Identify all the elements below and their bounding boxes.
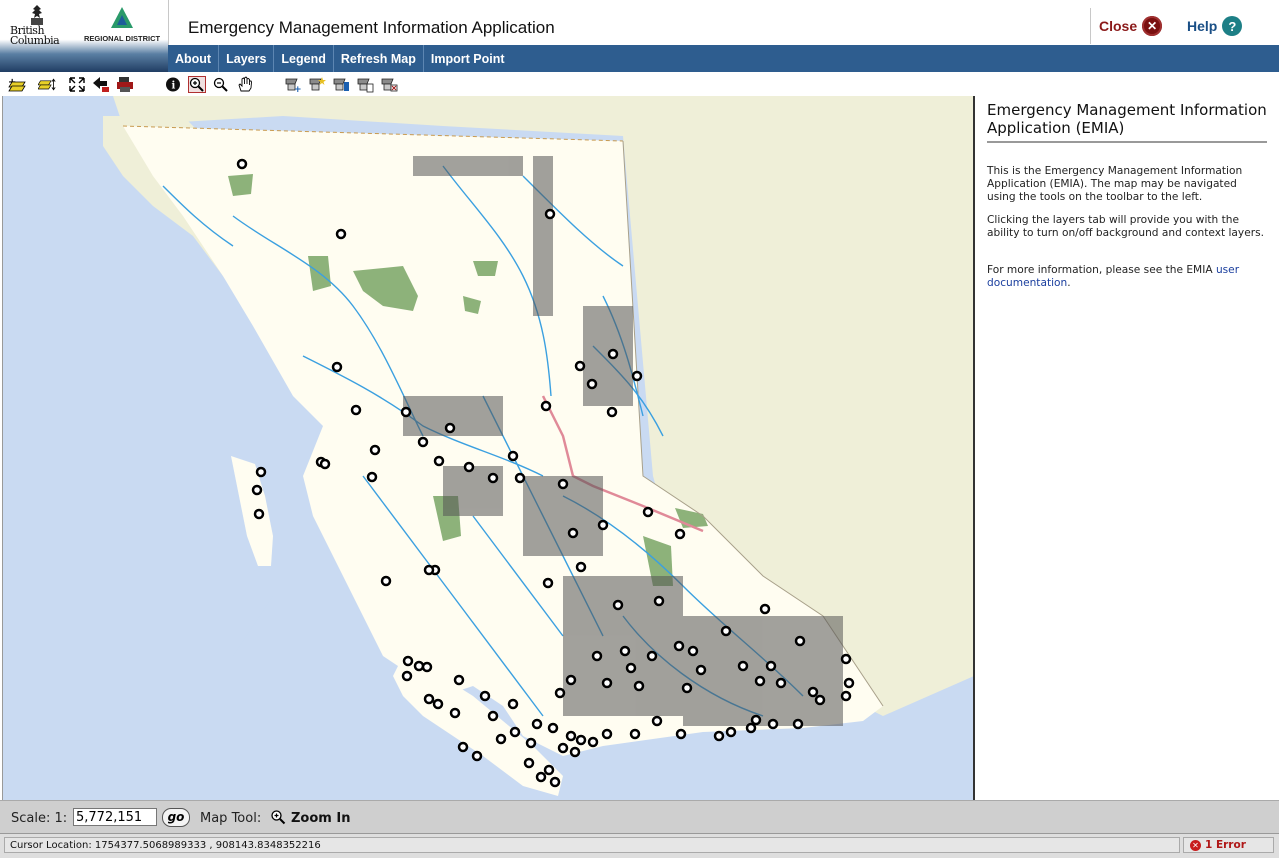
back-icon[interactable] <box>92 76 110 93</box>
go-button[interactable]: go <box>162 808 190 827</box>
error-label: 1 Error <box>1205 839 1246 851</box>
scale-bar: Scale: 1: go Map Tool: Zoom In <box>0 800 1279 833</box>
info-more-text: For more information, please see the EMI… <box>987 264 1216 276</box>
info-paragraph-intro: This is the Emergency Management Informa… <box>987 165 1243 203</box>
info-panel: Emergency Management Information Applica… <box>975 96 1279 800</box>
nav-import-point[interactable]: Import Point <box>424 45 512 72</box>
scale-label: Scale: 1: <box>11 811 68 826</box>
query-clear-icon[interactable] <box>380 76 398 93</box>
main-nav: About Layers Legend Refresh Map Import P… <box>168 45 1279 72</box>
full-extent-icon[interactable] <box>68 76 86 93</box>
close-label: Close <box>1099 18 1138 34</box>
status-bar: Cursor Location: 1754377.5068989333 , 90… <box>0 833 1279 858</box>
info-paragraph-layers: Clicking the layers tab will provide you… <box>987 214 1264 239</box>
query-add-icon[interactable]: + <box>284 76 302 93</box>
scale-input[interactable] <box>73 808 157 826</box>
layer-order-icon[interactable] <box>38 76 56 93</box>
help-label: Help <box>1187 18 1218 34</box>
page-title: Emergency Management Information Applica… <box>188 18 555 37</box>
info-more-suffix: . <box>1067 277 1071 289</box>
map-canvas[interactable] <box>2 96 974 800</box>
error-indicator[interactable]: ✕ 1 Error <box>1183 837 1274 853</box>
nav-refresh-map[interactable]: Refresh Map <box>334 45 424 72</box>
map-tool-value: Zoom In <box>291 811 351 826</box>
help-icon: ? <box>1222 16 1243 36</box>
svg-text:+: + <box>294 85 302 93</box>
british-columbia-logo: British Columbia <box>6 4 68 47</box>
nav-layers[interactable]: Layers <box>219 45 275 72</box>
crest-icon <box>31 5 43 25</box>
header-divider <box>1090 8 1091 44</box>
query-report-icon[interactable] <box>356 76 374 93</box>
svg-text:i: i <box>172 81 176 92</box>
error-icon: ✕ <box>1190 839 1201 851</box>
help-button[interactable]: Help ? <box>1187 16 1243 36</box>
bc-logo-text: British Columbia <box>10 24 60 47</box>
map-svg <box>3 96 974 800</box>
regional-district-text: REGIONAL DISTRICT <box>84 34 161 43</box>
zoom-out-icon[interactable] <box>212 76 230 93</box>
close-button[interactable]: Close ✕ <box>1099 16 1163 36</box>
regional-district-triangle-icon <box>111 7 133 28</box>
close-icon: ✕ <box>1142 16 1163 36</box>
pan-icon[interactable] <box>236 76 254 93</box>
zoom-in-icon <box>271 810 286 825</box>
map-tool-label: Map Tool: <box>200 811 262 826</box>
logo-banner: British Columbia REGIONAL DISTRICT <box>0 0 169 72</box>
zoom-in-icon[interactable] <box>188 76 206 93</box>
nav-about[interactable]: About <box>168 45 220 72</box>
regional-district-logo: REGIONAL DISTRICT <box>82 4 168 44</box>
query-pipe-icon[interactable] <box>332 76 350 93</box>
identify-icon[interactable]: i <box>164 76 182 93</box>
info-title: Emergency Management Information Applica… <box>987 101 1267 143</box>
print-icon[interactable] <box>116 76 134 93</box>
add-layer-icon[interactable]: + <box>8 76 26 93</box>
info-paragraph-more: For more information, please see the EMI… <box>987 264 1267 290</box>
map-toolbar: + i + <box>0 72 1279 96</box>
query-star-icon[interactable] <box>308 76 326 93</box>
nav-legend[interactable]: Legend <box>274 45 334 72</box>
cursor-location: Cursor Location: 1754377.5068989333 , 90… <box>4 837 1180 853</box>
